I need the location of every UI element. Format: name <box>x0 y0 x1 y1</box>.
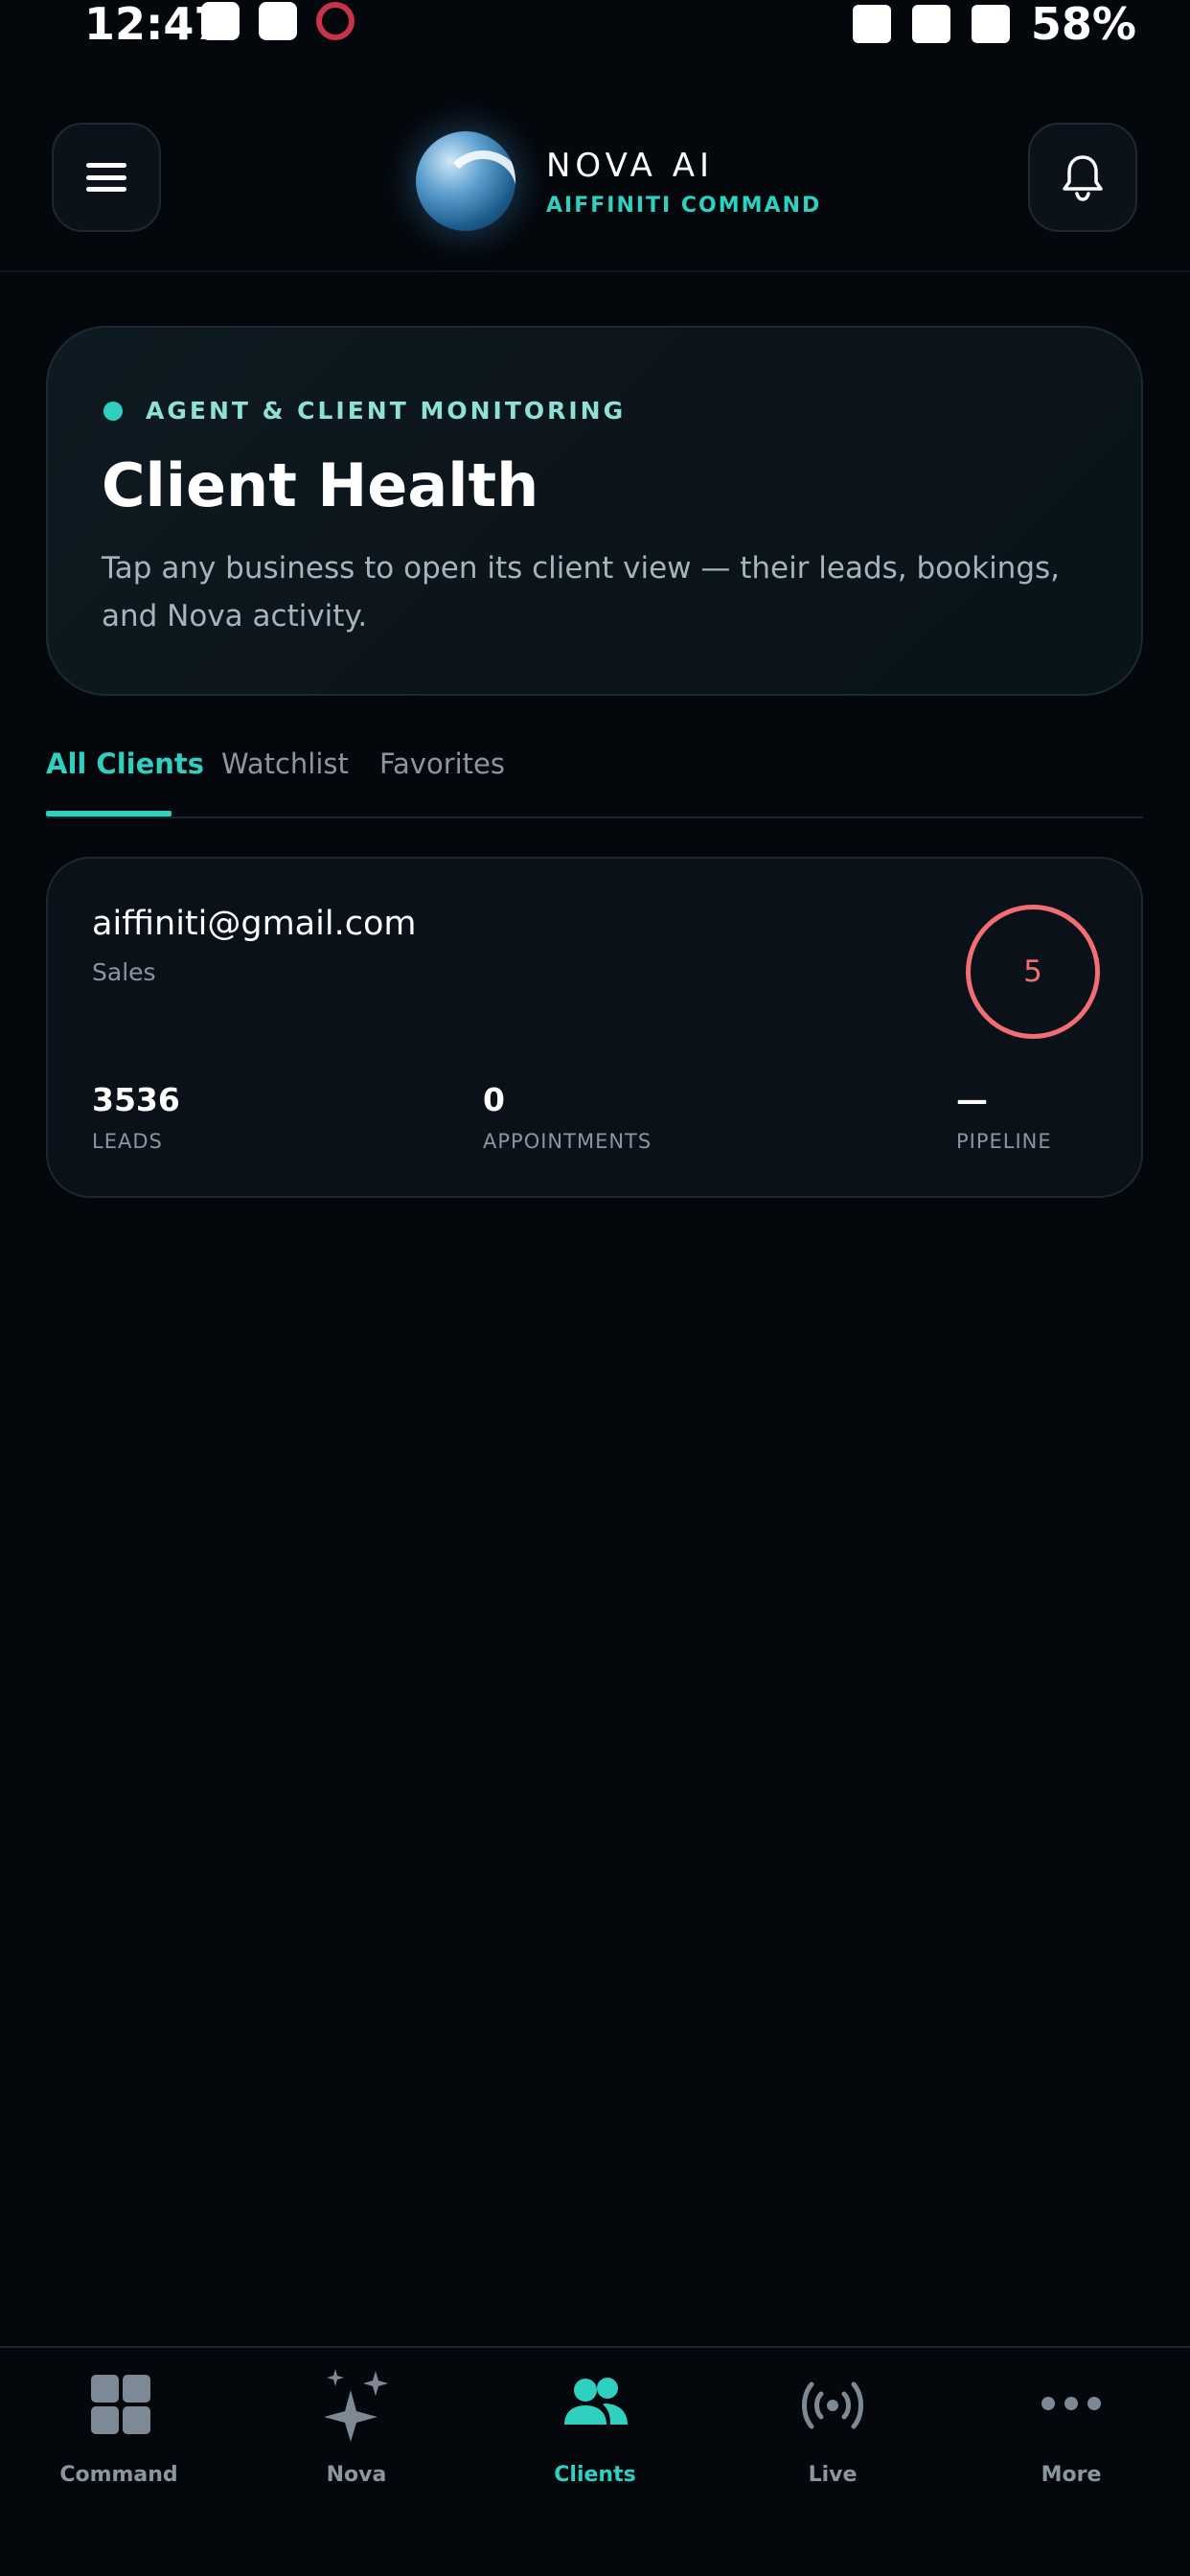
app-header: NOVA AI AIFFINITI COMMAND <box>0 105 1190 272</box>
stat-value: 3536 <box>92 1081 180 1118</box>
system-icons: 58% <box>852 0 1136 50</box>
battery-percentage: 58% <box>1030 0 1136 50</box>
brand-subtitle: AIFFINITI COMMAND <box>546 193 822 218</box>
stat-label: PIPELINE <box>956 1130 1052 1153</box>
hero-eyebrow-text: AGENT & CLIENT MONITORING <box>146 397 627 425</box>
nav-label: Live <box>808 2463 858 2487</box>
grid-icon <box>91 2375 150 2434</box>
status-dot-icon <box>103 401 123 421</box>
nav-live[interactable]: Live <box>737 2369 928 2494</box>
messenger-icon <box>259 2 297 40</box>
stat-value: 0 <box>483 1081 505 1118</box>
page-title: Client Health <box>102 450 539 520</box>
hamburger-icon <box>86 163 126 192</box>
broadcast-icon <box>802 2381 863 2429</box>
client-tabs: All Clients Watchlist Favorites <box>46 748 1143 818</box>
stat-appointments: 0 APPOINTMENTS <box>483 1081 652 1153</box>
nav-more[interactable]: More <box>975 2369 1167 2494</box>
nav-label: Nova <box>326 2463 387 2487</box>
client-type: Sales <box>92 958 156 986</box>
brand-text: NOVA AI AIFFINITI COMMAND <box>546 146 821 218</box>
stat-leads: 3536 LEADS <box>92 1081 180 1153</box>
menu-button[interactable] <box>52 123 161 232</box>
nav-label: Command <box>59 2463 178 2487</box>
client-email: aiffiniti@gmail.com <box>92 905 417 943</box>
more-dots-icon <box>1041 2397 1101 2410</box>
active-tab-indicator <box>46 811 172 816</box>
nav-label: More <box>1041 2463 1102 2487</box>
bell-icon <box>1063 155 1103 201</box>
nav-nova[interactable]: Nova <box>261 2369 452 2494</box>
app-notification-icon <box>316 2 355 40</box>
stat-value: — <box>956 1081 988 1118</box>
nav-label: Clients <box>554 2463 636 2487</box>
page-description: Tap any business to open its client view… <box>102 551 1061 633</box>
nova-logo-icon <box>416 131 515 231</box>
nav-command[interactable]: Command <box>23 2369 215 2494</box>
screen: 12:47 58% NOVA AI AIFFINITI COMMAND AGEN… <box>0 0 1190 2576</box>
health-score-ring: 5 <box>966 905 1100 1039</box>
stat-label: LEADS <box>92 1130 163 1153</box>
tab-favorites[interactable]: Favorites <box>379 748 505 780</box>
hero-eyebrow: AGENT & CLIENT MONITORING <box>103 397 626 425</box>
users-icon <box>564 2378 628 2425</box>
gallery-icon <box>201 2 240 40</box>
alarm-icon <box>852 5 891 43</box>
signal-icon <box>971 5 1010 43</box>
bottom-navigation: Command Nova Clients Live More <box>0 2346 1190 2503</box>
sparkle-icon <box>324 2369 388 2442</box>
brand: NOVA AI AIFFINITI COMMAND <box>416 128 821 234</box>
brand-title: NOVA AI <box>546 146 715 185</box>
notification-icons <box>201 2 355 40</box>
tab-all-clients[interactable]: All Clients <box>46 748 204 780</box>
client-card[interactable]: aiffiniti@gmail.com Sales 5 3536 LEADS 0… <box>46 857 1143 1198</box>
nav-clients[interactable]: Clients <box>499 2369 691 2494</box>
stat-label: APPOINTMENTS <box>483 1130 652 1153</box>
stat-pipeline: — PIPELINE <box>956 1081 1052 1153</box>
wifi-icon <box>911 5 950 43</box>
tab-watchlist[interactable]: Watchlist <box>221 748 349 780</box>
client-health-hero-card: AGENT & CLIENT MONITORING Client Health … <box>46 326 1143 696</box>
notifications-button[interactable] <box>1028 123 1137 232</box>
status-bar: 12:47 58% <box>0 0 1190 67</box>
